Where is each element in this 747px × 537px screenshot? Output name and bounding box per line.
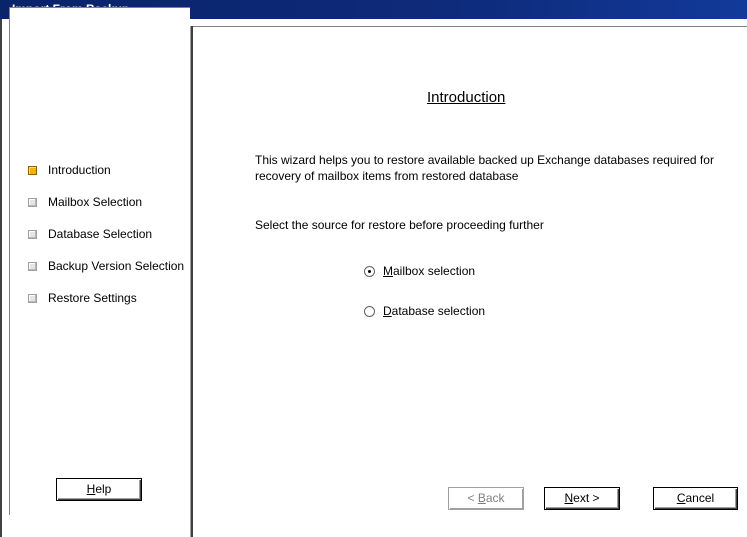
step-label: Introduction	[48, 163, 111, 177]
intro-text: This wizard helps you to restore availab…	[255, 153, 714, 183]
back-label: ack	[485, 491, 505, 505]
radio-hotkey: M	[383, 264, 393, 278]
select-source-text: Select the source for restore before pro…	[255, 218, 544, 232]
panel-divider-shadow	[191, 26, 193, 537]
back-button[interactable]: < Back	[448, 487, 524, 510]
database-selection-radio[interactable]	[364, 305, 375, 317]
pending-step-icon	[28, 293, 37, 303]
step-label: Restore Settings	[48, 291, 137, 305]
next-button[interactable]: Next >	[544, 487, 620, 510]
wizard-sidebar: Introduction Mailbox Selection Database …	[9, 7, 190, 515]
step-backup-version-selection: Backup Version Selection	[28, 250, 184, 282]
next-label: ext >	[573, 491, 600, 505]
mailbox-selection-radio[interactable]	[364, 265, 375, 277]
help-label: elp	[95, 482, 112, 496]
pending-step-icon	[28, 229, 37, 239]
step-label: Database Selection	[48, 227, 153, 241]
radio-label-text: ailbox selection	[393, 264, 476, 278]
step-database-selection: Database Selection	[28, 218, 184, 250]
active-step-icon	[28, 165, 37, 175]
mailbox-selection-option[interactable]: Mailbox selection	[364, 264, 475, 278]
wizard-content: Introduction This wizard helps you to re…	[194, 27, 747, 537]
radio-label: Database selection	[383, 304, 485, 318]
step-introduction: Introduction	[28, 154, 184, 186]
back-prefix: <	[467, 491, 478, 505]
pending-step-icon	[28, 261, 37, 271]
back-hotkey: B	[477, 491, 486, 505]
step-label: Mailbox Selection	[48, 195, 143, 209]
window-left-edge	[0, 19, 2, 537]
radio-label-text: atabase selection	[391, 304, 486, 318]
step-restore-settings: Restore Settings	[28, 282, 184, 314]
cancel-button[interactable]: Cancel	[653, 487, 738, 510]
radio-hotkey: D	[383, 304, 392, 318]
step-list: Introduction Mailbox Selection Database …	[28, 154, 184, 314]
next-hotkey: N	[564, 491, 574, 505]
radio-label: Mailbox selection	[383, 264, 475, 278]
help-button[interactable]: Help	[56, 478, 142, 501]
database-selection-option[interactable]: Database selection	[364, 304, 485, 318]
cancel-label: ancel	[685, 491, 715, 505]
step-label: Backup Version Selection	[48, 259, 185, 273]
page-title: Introduction	[427, 89, 506, 106]
pending-step-icon	[28, 197, 37, 207]
step-mailbox-selection: Mailbox Selection	[28, 186, 184, 218]
